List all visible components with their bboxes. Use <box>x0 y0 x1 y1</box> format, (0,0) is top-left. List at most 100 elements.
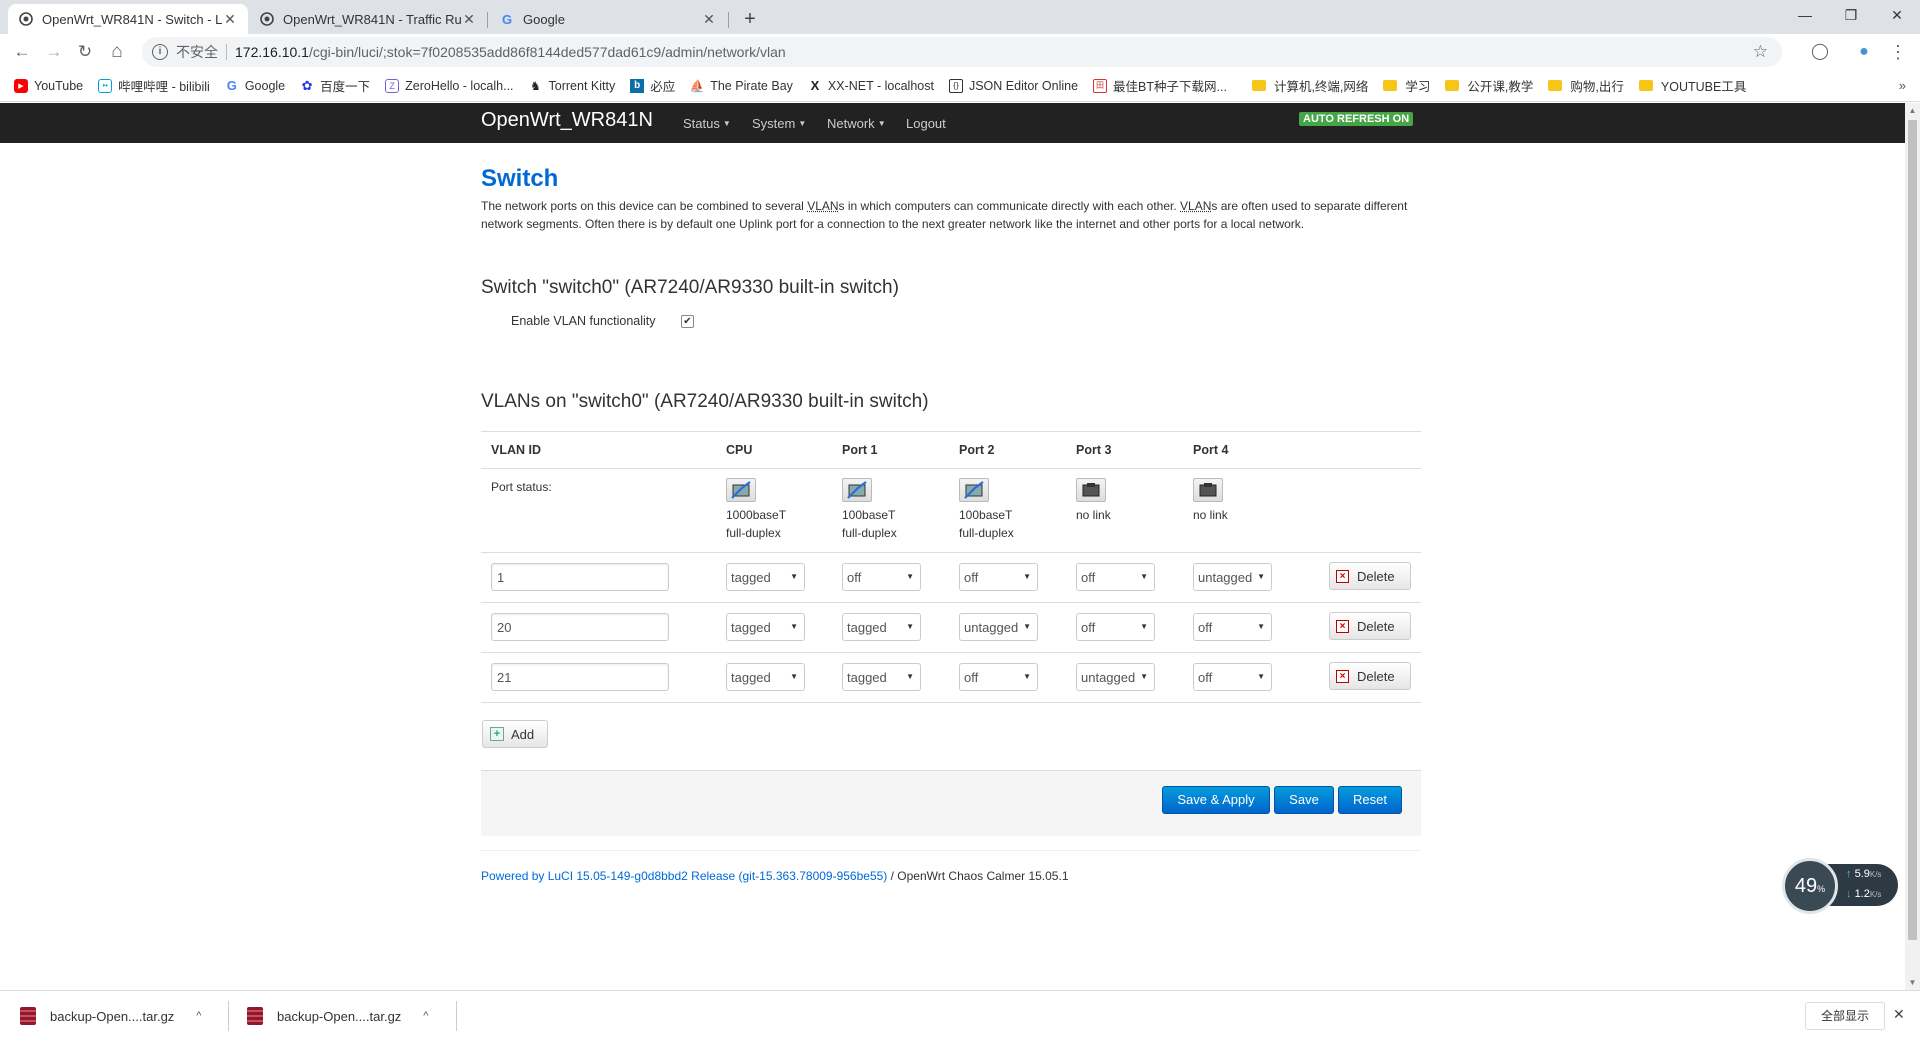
bookmark-folder-youtube-tools[interactable]: YOUTUBE工具 <box>1638 76 1746 95</box>
scroll-up-icon[interactable]: ▲ <box>1905 103 1920 118</box>
reset-button[interactable]: Reset <box>1338 786 1402 814</box>
add-vlan-button[interactable]: + Add <box>482 720 548 748</box>
tab-switch[interactable]: OpenWrt_WR841N - Switch - L ✕ <box>8 4 248 34</box>
bookmark-folder-courses[interactable]: 公开课,教学 <box>1445 76 1533 95</box>
browser-toolbar: ← → ↻ ⌂ i 不安全 172.16.10.1 /cgi-bin/luci/… <box>0 34 1920 70</box>
bookmark-folder-study[interactable]: 学习 <box>1383 76 1430 95</box>
col-port4: Port 4 <box>1193 443 1229 457</box>
download-item[interactable]: backup-Open....tar.gz ^ <box>247 991 428 1041</box>
maximize-button[interactable]: ❐ <box>1828 0 1874 30</box>
google-icon: G <box>226 78 237 93</box>
new-tab-button[interactable]: + <box>737 6 763 32</box>
vlan-id-input[interactable]: 20 <box>491 613 669 641</box>
menu-status[interactable]: Status ▼ <box>683 116 731 131</box>
close-tab-icon[interactable]: ✕ <box>701 11 717 28</box>
port-status-label: Port status: <box>491 480 552 494</box>
port3-select[interactable]: off ▼ <box>1076 563 1155 591</box>
port1-select[interactable]: off ▼ <box>842 563 921 591</box>
port4-select[interactable]: off ▼ <box>1193 663 1272 691</box>
archive-file-icon <box>247 1007 263 1025</box>
menu-logout[interactable]: Logout <box>906 116 946 131</box>
menu-kebab-icon[interactable]: ⋮ <box>1888 42 1908 62</box>
menu-network[interactable]: Network ▼ <box>827 116 886 131</box>
network-speed-widget[interactable]: 49% ↑ 5.9K/s ↓ 1.2K/s <box>1782 858 1900 914</box>
bookmark-baidu[interactable]: ✿ 百度一下 <box>300 76 370 95</box>
bookmark-bilibili[interactable]: •• 哔哩哔哩 - bilibili <box>98 76 210 95</box>
bookmark-star-icon[interactable]: ☆ <box>1753 42 1768 62</box>
dropdown-arrow-icon: ▼ <box>1023 672 1031 681</box>
baidu-icon: ✿ <box>301 77 313 93</box>
close-downloads-icon[interactable]: ✕ <box>1893 1006 1905 1023</box>
bookmark-xx-net[interactable]: X XX-NET - localhost <box>808 78 934 93</box>
reload-button[interactable]: ↻ <box>73 40 97 64</box>
delete-button[interactable]: × Delete <box>1329 662 1411 690</box>
bookmark-google[interactable]: G Google <box>225 78 285 93</box>
back-button[interactable]: ← <box>10 40 34 64</box>
bookmark-folder-network[interactable]: 计算机,终端,网络 <box>1251 76 1368 95</box>
port4-select[interactable]: untagged ▼ <box>1193 563 1272 591</box>
port-speed: 100baseT <box>842 508 896 522</box>
delete-button[interactable]: × Delete <box>1329 562 1411 590</box>
show-all-downloads-button[interactable]: 全部显示 <box>1805 1002 1886 1030</box>
cpu-select[interactable]: tagged ▼ <box>726 613 805 641</box>
bookmark-youtube[interactable]: ▶ YouTube <box>14 78 83 93</box>
brand[interactable]: OpenWrt_WR841N <box>481 109 653 132</box>
port1-select[interactable]: tagged ▼ <box>842 663 921 691</box>
minimize-button[interactable]: — <box>1782 0 1828 30</box>
button-label: Delete <box>1357 668 1395 684</box>
select-value: tagged <box>731 670 771 685</box>
cpu-select[interactable]: tagged ▼ <box>726 663 805 691</box>
save-button[interactable]: Save <box>1274 786 1334 814</box>
bookmark-json-editor[interactable]: {} JSON Editor Online <box>948 78 1078 93</box>
page-scrollbar[interactable]: ▲ ▼ <box>1905 103 1920 990</box>
bookmark-zerohello[interactable]: Z ZeroHello - localh... <box>385 78 514 93</box>
port-speed: no link <box>1193 508 1228 522</box>
close-tab-icon[interactable]: ✕ <box>461 11 477 28</box>
download-item[interactable]: backup-Open....tar.gz ^ <box>20 991 201 1041</box>
extension-icon[interactable]: ◯ <box>1810 42 1830 62</box>
save-apply-button[interactable]: Save & Apply <box>1162 786 1270 814</box>
port2-select[interactable]: off ▼ <box>959 563 1038 591</box>
chevron-up-icon[interactable]: ^ <box>423 1010 428 1022</box>
cpu-select[interactable]: tagged ▼ <box>726 563 805 591</box>
auto-refresh-toggle[interactable]: AUTO REFRESH ON <box>1299 112 1414 126</box>
tab-google[interactable]: G Google ✕ <box>489 4 727 34</box>
bookmark-bing[interactable]: b 必应 <box>630 76 675 95</box>
port2-select[interactable]: untagged ▼ <box>959 613 1038 641</box>
vlan-id-input[interactable]: 1 <box>491 563 669 591</box>
port2-select[interactable]: off ▼ <box>959 663 1038 691</box>
menu-label: Logout <box>906 116 946 131</box>
port1-select[interactable]: tagged ▼ <box>842 613 921 641</box>
bookmark-label: The Pirate Bay <box>710 78 793 93</box>
port3-select[interactable]: off ▼ <box>1076 613 1155 641</box>
port4-select[interactable]: off ▼ <box>1193 613 1272 641</box>
scrollbar-thumb[interactable] <box>1908 120 1917 940</box>
bookmark-folder-shopping[interactable]: 购物,出行 <box>1548 76 1624 95</box>
bookmark-bt[interactable]: 田最佳BT种子下载网... <box>1093 76 1227 95</box>
luci-version-link[interactable]: Powered by LuCI 15.05-149-g0d8bbd2 Relea… <box>481 869 887 883</box>
close-window-button[interactable]: ✕ <box>1874 0 1920 30</box>
address-bar[interactable]: i 不安全 172.16.10.1 /cgi-bin/luci/;stok=7f… <box>142 37 1782 67</box>
chevron-up-icon[interactable]: ^ <box>196 1010 201 1022</box>
delete-button[interactable]: × Delete <box>1329 612 1411 640</box>
menu-system[interactable]: System ▼ <box>752 116 806 131</box>
home-button[interactable]: ⌂ <box>105 40 129 64</box>
enable-vlan-checkbox[interactable]: ✔ <box>681 315 694 328</box>
scroll-down-icon[interactable]: ▼ <box>1905 975 1920 990</box>
close-tab-icon[interactable]: ✕ <box>222 11 238 28</box>
bookmark-label: 购物,出行 <box>1570 80 1624 94</box>
bookmark-torrent-kitty[interactable]: ♞ Torrent Kitty <box>529 79 615 93</box>
forward-button[interactable]: → <box>42 40 66 64</box>
port-linked-icon <box>842 478 872 502</box>
info-icon[interactable]: i <box>152 44 168 60</box>
tab-traffic-rules[interactable]: OpenWrt_WR841N - Traffic Ru ✕ <box>249 4 487 34</box>
profile-avatar-icon[interactable]: ● <box>1854 42 1874 62</box>
port3-select[interactable]: untagged ▼ <box>1076 663 1155 691</box>
piratebay-icon: ⛵ <box>689 78 705 93</box>
vlan-id-input[interactable]: 21 <box>491 663 669 691</box>
bookmark-pirate-bay[interactable]: ⛵ The Pirate Bay <box>690 79 793 93</box>
vlans-heading: VLANs on "switch0" (AR7240/AR9330 built-… <box>481 391 929 412</box>
footer: Powered by LuCI 15.05-149-g0d8bbd2 Relea… <box>481 869 1069 883</box>
delete-icon: × <box>1336 569 1349 583</box>
bookmarks-overflow-button[interactable]: » <box>1899 78 1906 93</box>
